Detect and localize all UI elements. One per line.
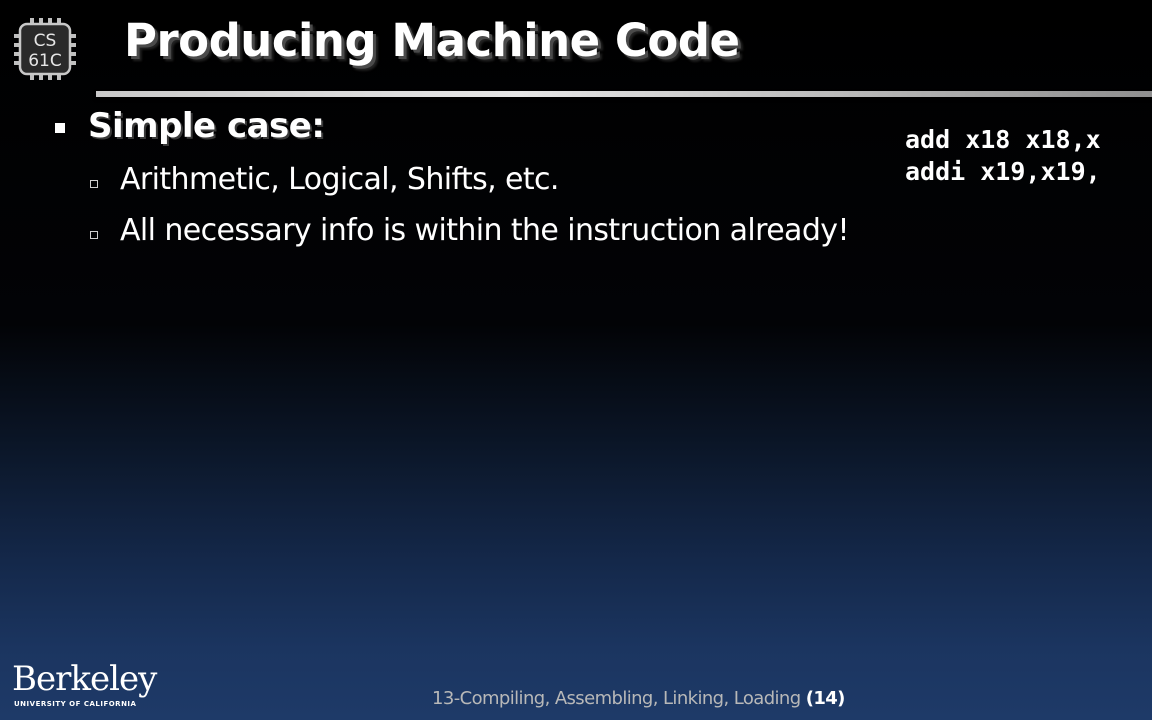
logo-line-2: 61C <box>28 51 62 71</box>
bullet-square-icon <box>55 123 65 133</box>
berkeley-logo: Berkeley <box>12 659 157 699</box>
code-line-add: add x18 x18,x <box>905 125 1101 154</box>
sub-bullet-info: All necessary info is within the instruc… <box>120 213 849 248</box>
title-divider <box>96 91 1152 97</box>
slide-footer: 13-Compiling, Assembling, Linking, Loadi… <box>432 688 845 709</box>
slide-title: Producing Machine Code <box>124 14 740 67</box>
code-line-addi: addi x19,x19, <box>905 157 1101 186</box>
cs61c-chip-logo: CS 61C <box>14 18 76 80</box>
logo-line-1: CS <box>34 31 57 51</box>
bullet-simple-case: Simple case: <box>88 106 325 146</box>
sub-bullet-icon <box>90 180 98 188</box>
page-number: (14) <box>805 688 846 709</box>
code-example: add x18 x18,x addi x19,x19, <box>905 124 1152 188</box>
berkeley-logo-subtitle: UNIVERSITY OF CALIFORNIA <box>14 700 137 708</box>
lecture-title: 13-Compiling, Assembling, Linking, Loadi… <box>432 688 801 709</box>
sub-bullet-icon <box>90 231 98 239</box>
sub-bullet-arithmetic: Arithmetic, Logical, Shifts, etc. <box>120 162 559 197</box>
